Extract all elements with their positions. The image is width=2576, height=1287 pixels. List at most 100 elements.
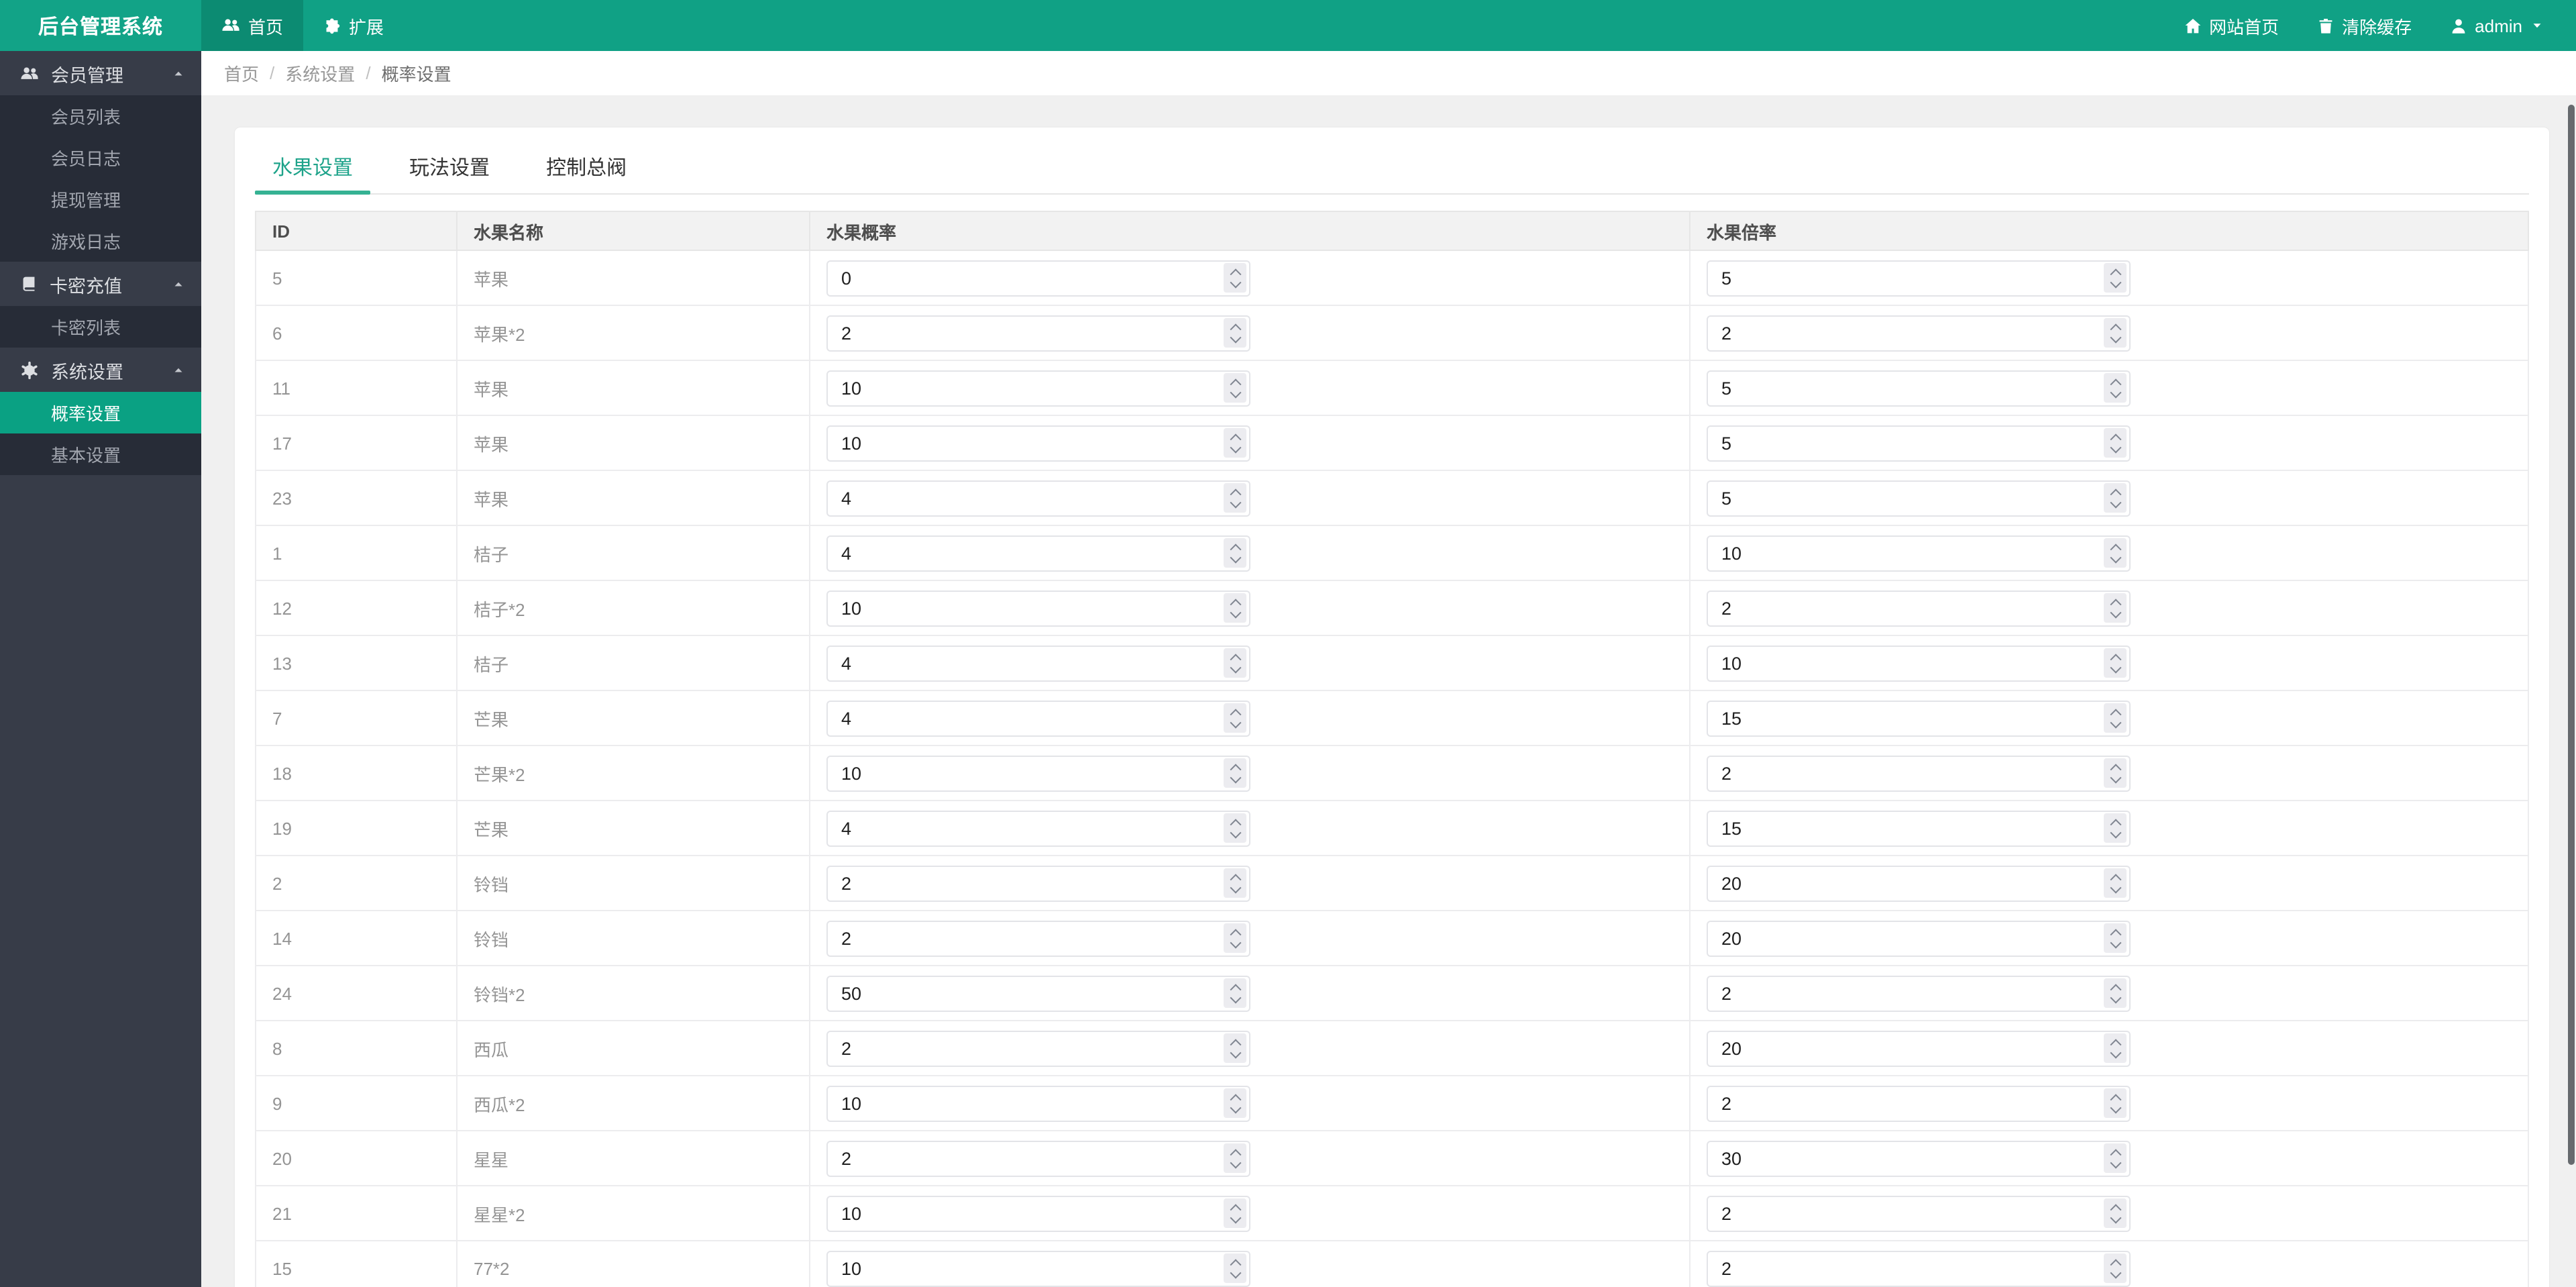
chevron-down-icon[interactable] [1229, 991, 1241, 1003]
sidebar-item-0-1[interactable]: 会员日志 [0, 137, 201, 178]
probability-input[interactable] [826, 865, 1250, 901]
multiplier-input[interactable] [1707, 975, 2131, 1011]
chevron-down-icon[interactable] [1229, 1211, 1241, 1223]
number-stepper[interactable] [1224, 1198, 1246, 1228]
number-stepper[interactable] [1224, 373, 1246, 403]
number-stepper[interactable] [1224, 483, 1246, 513]
multiplier-input[interactable] [1707, 1140, 2131, 1176]
number-stepper[interactable] [2104, 263, 2127, 293]
chevron-down-icon[interactable] [1229, 936, 1241, 948]
number-stepper[interactable] [1224, 428, 1246, 458]
chevron-down-icon[interactable] [2109, 551, 2121, 563]
sidebar-item-2-0[interactable]: 概率设置 [0, 392, 201, 433]
number-stepper[interactable] [1224, 318, 1246, 348]
chevron-down-icon[interactable] [2109, 826, 2121, 838]
number-stepper[interactable] [2104, 1253, 2127, 1283]
chevron-down-icon[interactable] [2109, 936, 2121, 948]
multiplier-input[interactable] [1707, 425, 2131, 461]
multiplier-input[interactable] [1707, 1195, 2131, 1231]
chevron-down-icon[interactable] [1229, 386, 1241, 398]
chevron-down-icon[interactable] [1229, 661, 1241, 673]
multiplier-input[interactable] [1707, 810, 2131, 846]
sidebar-item-2-1[interactable]: 基本设置 [0, 433, 201, 475]
number-stepper[interactable] [2104, 923, 2127, 953]
chevron-down-icon[interactable] [2109, 991, 2121, 1003]
number-stepper[interactable] [1224, 648, 1246, 678]
sidebar-item-0-3[interactable]: 游戏日志 [0, 220, 201, 262]
number-stepper[interactable] [2104, 1088, 2127, 1118]
chevron-down-icon[interactable] [2109, 441, 2121, 453]
nav-tab-extension[interactable]: 扩展 [303, 0, 404, 51]
chevron-down-icon[interactable] [2109, 331, 2121, 343]
number-stepper[interactable] [1224, 593, 1246, 623]
number-stepper[interactable] [1224, 703, 1246, 733]
number-stepper[interactable] [2104, 758, 2127, 788]
clear-cache-button[interactable]: 清除缓存 [2298, 0, 2430, 51]
chevron-down-icon[interactable] [1229, 1101, 1241, 1113]
chevron-down-icon[interactable] [1229, 441, 1241, 453]
number-stepper[interactable] [1224, 868, 1246, 898]
probability-input[interactable] [826, 1085, 1250, 1121]
probability-input[interactable] [826, 370, 1250, 406]
number-stepper[interactable] [2104, 428, 2127, 458]
number-stepper[interactable] [1224, 538, 1246, 568]
user-menu[interactable]: admin [2430, 0, 2563, 51]
chevron-down-icon[interactable] [2109, 1101, 2121, 1113]
chevron-down-icon[interactable] [2109, 496, 2121, 508]
sidebar-section-1[interactable]: 卡密充值 [0, 262, 201, 306]
number-stepper[interactable] [2104, 703, 2127, 733]
probability-input[interactable] [826, 700, 1250, 736]
chevron-down-icon[interactable] [2109, 771, 2121, 783]
number-stepper[interactable] [2104, 813, 2127, 843]
number-stepper[interactable] [1224, 1253, 1246, 1283]
chevron-down-icon[interactable] [1229, 1156, 1241, 1168]
tab-fruit-settings[interactable]: 水果设置 [255, 141, 371, 195]
probability-input[interactable] [826, 645, 1250, 681]
site-home-button[interactable]: 网站首页 [2165, 0, 2298, 51]
probability-input[interactable] [826, 810, 1250, 846]
chevron-down-icon[interactable] [1229, 276, 1241, 288]
probability-input[interactable] [826, 260, 1250, 296]
number-stepper[interactable] [1224, 978, 1246, 1008]
chevron-down-icon[interactable] [2109, 716, 2121, 728]
chevron-down-icon[interactable] [1229, 771, 1241, 783]
chevron-down-icon[interactable] [1229, 331, 1241, 343]
multiplier-input[interactable] [1707, 865, 2131, 901]
vertical-scrollbar[interactable] [2568, 105, 2575, 1165]
number-stepper[interactable] [2104, 593, 2127, 623]
number-stepper[interactable] [2104, 538, 2127, 568]
multiplier-input[interactable] [1707, 755, 2131, 791]
probability-input[interactable] [826, 590, 1250, 626]
number-stepper[interactable] [2104, 1198, 2127, 1228]
sidebar-item-0-2[interactable]: 提现管理 [0, 178, 201, 220]
chevron-down-icon[interactable] [1229, 1266, 1241, 1278]
multiplier-input[interactable] [1707, 1085, 2131, 1121]
number-stepper[interactable] [2104, 318, 2127, 348]
chevron-down-icon[interactable] [2109, 606, 2121, 618]
probability-input[interactable] [826, 535, 1250, 571]
number-stepper[interactable] [2104, 483, 2127, 513]
chevron-down-icon[interactable] [2109, 1156, 2121, 1168]
number-stepper[interactable] [2104, 648, 2127, 678]
sidebar-item-1-0[interactable]: 卡密列表 [0, 306, 201, 348]
number-stepper[interactable] [1224, 263, 1246, 293]
multiplier-input[interactable] [1707, 645, 2131, 681]
probability-input[interactable] [826, 1140, 1250, 1176]
tab-master-control[interactable]: 控制总阀 [529, 141, 644, 193]
multiplier-input[interactable] [1707, 260, 2131, 296]
number-stepper[interactable] [1224, 813, 1246, 843]
chevron-down-icon[interactable] [2109, 276, 2121, 288]
sidebar-section-0[interactable]: 会员管理 [0, 51, 201, 95]
multiplier-input[interactable] [1707, 370, 2131, 406]
number-stepper[interactable] [1224, 1143, 1246, 1173]
chevron-down-icon[interactable] [1229, 881, 1241, 893]
probability-input[interactable] [826, 1195, 1250, 1231]
multiplier-input[interactable] [1707, 700, 2131, 736]
probability-input[interactable] [826, 480, 1250, 516]
number-stepper[interactable] [2104, 1143, 2127, 1173]
multiplier-input[interactable] [1707, 1030, 2131, 1066]
multiplier-input[interactable] [1707, 315, 2131, 351]
multiplier-input[interactable] [1707, 590, 2131, 626]
probability-input[interactable] [826, 755, 1250, 791]
probability-input[interactable] [826, 315, 1250, 351]
